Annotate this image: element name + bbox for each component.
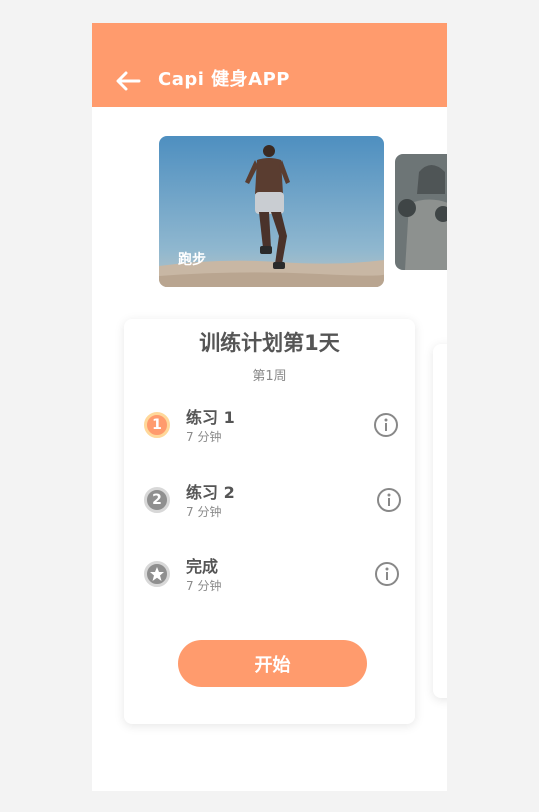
plan-week: 第1周 (252, 369, 287, 384)
app-screen: Capi 健身APP 跑步 训练计划第1天 第1周 1 练习 1 7 分钟 2 … (92, 23, 447, 791)
exercise-duration: 7 分钟 (186, 579, 222, 593)
exercise-title: 完成 (186, 557, 219, 576)
exercise-title: 练习 1 (186, 408, 235, 427)
step-badge: 2 (144, 487, 170, 513)
exercise-duration: 7 分钟 (186, 430, 222, 444)
app-header: Capi 健身APP (92, 23, 447, 107)
exercise-row-1[interactable]: 1 练习 1 7 分钟 (124, 398, 415, 448)
app-title: Capi 健身APP (158, 69, 290, 90)
boxing-photo (395, 154, 447, 270)
workout-card-running[interactable]: 跑步 (159, 136, 384, 287)
workout-card-boxing[interactable] (395, 154, 447, 270)
plan-title: 训练计划第1天 (199, 331, 340, 355)
next-plan-card[interactable] (433, 344, 447, 698)
exercise-row-2[interactable]: 2 练习 2 7 分钟 (124, 473, 415, 523)
workout-card-label: 跑步 (178, 252, 206, 268)
arrow-left-icon[interactable] (114, 69, 142, 93)
step-badge: 1 (144, 412, 170, 438)
info-icon[interactable] (376, 487, 402, 513)
exercise-title: 练习 2 (186, 483, 235, 502)
exercise-row-complete[interactable]: 完成 7 分钟 (124, 547, 415, 597)
info-icon[interactable] (374, 561, 400, 587)
start-button[interactable]: 开始 (178, 640, 367, 687)
training-plan-card: 训练计划第1天 第1周 1 练习 1 7 分钟 2 练习 2 7 分钟 完成 7… (124, 319, 415, 724)
exercise-duration: 7 分钟 (186, 505, 222, 519)
star-icon (144, 561, 170, 587)
info-icon[interactable] (373, 412, 399, 438)
